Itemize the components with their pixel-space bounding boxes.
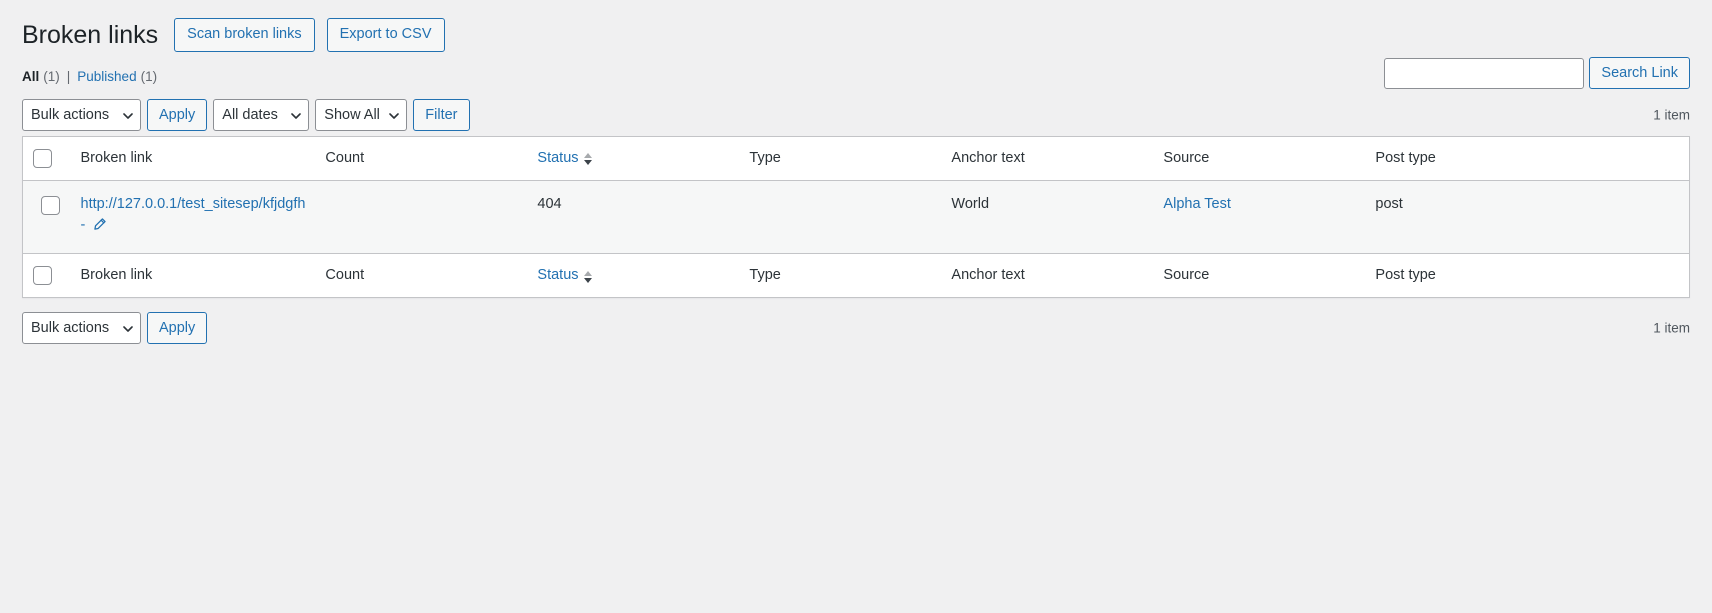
broken-links-page: Broken links Scan broken links Export to… xyxy=(0,0,1712,349)
sort-status-link[interactable]: Status xyxy=(537,149,592,168)
apply-button-bottom[interactable]: Apply xyxy=(147,312,208,345)
export-to-csv-button[interactable]: Export to CSV xyxy=(326,18,445,52)
tablenav-top: Bulk actions Apply All dates Show All Fi… xyxy=(22,94,1690,136)
bulk-actions-select-top[interactable]: Bulk actions xyxy=(22,98,141,131)
search-input[interactable] xyxy=(1384,57,1585,89)
row-select-cell xyxy=(23,180,71,254)
date-filter-select-wrapper: All dates xyxy=(213,98,310,131)
table-footer-row: Broken link Count Status Type Anchor tex… xyxy=(22,253,1690,298)
sort-arrows-icon xyxy=(583,152,593,166)
table-head: Broken link Count Status Type Anchor tex… xyxy=(22,136,1690,181)
broken-links-table: Broken link Count Status Type Anchor tex… xyxy=(22,135,1690,299)
column-header-anchor-text: Anchor text xyxy=(941,136,1154,181)
scan-broken-links-button[interactable]: Scan broken links xyxy=(174,18,315,52)
cell-post-type: post xyxy=(1375,195,1403,212)
item-count-bottom: 1 item xyxy=(1653,320,1690,336)
search-box: Search Link xyxy=(1384,57,1690,89)
select-all-checkbox-bottom[interactable] xyxy=(33,266,52,286)
separator-text: | xyxy=(66,68,71,84)
broken-link-url[interactable]: http://127.0.0.1/test_sitesep/ xyxy=(81,196,263,212)
column-footer-count: Count xyxy=(315,253,528,298)
cell-status: 404 xyxy=(537,195,562,212)
view-filter-separator: | xyxy=(60,69,78,84)
apply-button-top[interactable]: Apply xyxy=(147,98,208,131)
tablenav-bottom: Bulk actions Apply 1 item xyxy=(22,307,1690,349)
show-all-select-wrapper: Show All xyxy=(315,98,408,131)
cell-type xyxy=(739,180,941,254)
filter-button[interactable]: Filter xyxy=(413,98,470,131)
bulk-actions-select-bottom-wrapper: Bulk actions xyxy=(22,312,141,345)
column-footer-anchor-text: Anchor text xyxy=(941,253,1154,298)
cell-broken-link: http://127.0.0.1/test_sitesep/kfjdgfh - xyxy=(71,180,316,254)
sort-arrows-icon xyxy=(583,270,593,284)
show-all-select[interactable]: Show All xyxy=(315,98,408,131)
sort-status-link-bottom[interactable]: Status xyxy=(537,266,592,285)
table-foot: Broken link Count Status Type Anchor tex… xyxy=(22,253,1690,298)
date-filter-select[interactable]: All dates xyxy=(213,98,310,131)
cell-count xyxy=(315,180,527,254)
view-filter-published-link[interactable]: Published xyxy=(77,69,136,84)
column-header-post-type: Post type xyxy=(1365,136,1690,181)
view-filter-all-link[interactable]: All xyxy=(22,69,39,84)
select-all-header xyxy=(22,136,71,181)
row-checkbox[interactable] xyxy=(41,195,60,215)
table-header-row: Broken link Count Status Type Anchor tex… xyxy=(22,136,1690,181)
pencil-icon[interactable] xyxy=(92,217,107,240)
source-link[interactable]: Alpha Test xyxy=(1163,196,1230,212)
broken-link-url-part2[interactable]: kfjdgfh xyxy=(263,196,306,212)
select-all-footer xyxy=(22,253,71,298)
bulk-actions-select-bottom[interactable]: Bulk actions xyxy=(22,312,141,345)
column-footer-type: Type xyxy=(739,253,942,298)
bulk-actions-top: Bulk actions Apply All dates Show All Fi… xyxy=(22,98,470,131)
view-filter-published[interactable]: Published (1) xyxy=(77,69,157,84)
column-header-status[interactable]: Status xyxy=(527,136,740,181)
view-filter-all-count: (1) xyxy=(43,68,60,84)
view-filter-all[interactable]: All (1) xyxy=(22,69,60,84)
column-footer-post-type: Post type xyxy=(1365,253,1690,298)
select-all-checkbox-top[interactable] xyxy=(33,148,52,168)
column-header-source: Source xyxy=(1153,136,1366,181)
link-suffix-dash: - xyxy=(80,217,86,234)
column-footer-status-label: Status xyxy=(537,267,579,284)
column-footer-broken-link: Broken link xyxy=(70,253,316,298)
cell-anchor-text: World xyxy=(951,195,990,212)
page-title: Broken links xyxy=(22,20,159,49)
column-header-count: Count xyxy=(315,136,528,181)
column-footer-status[interactable]: Status xyxy=(527,253,740,298)
bulk-actions-select-top-wrapper: Bulk actions xyxy=(22,98,141,131)
view-filter-published-count: (1) xyxy=(140,68,158,84)
cell-source: Alpha Test xyxy=(1153,180,1365,254)
table-body: http://127.0.0.1/test_sitesep/kfjdgfh - … xyxy=(22,180,1690,254)
column-header-broken-link: Broken link xyxy=(70,136,316,181)
column-header-type: Type xyxy=(739,136,942,181)
column-header-status-label: Status xyxy=(537,149,579,166)
column-footer-source: Source xyxy=(1153,253,1366,298)
table-row: http://127.0.0.1/test_sitesep/kfjdgfh - … xyxy=(22,180,1690,254)
search-link-button[interactable]: Search Link xyxy=(1589,57,1690,89)
page-header: Broken links Scan broken links Export to… xyxy=(22,10,1690,52)
bulk-actions-bottom: Bulk actions Apply xyxy=(22,312,208,345)
item-count-top: 1 item xyxy=(1653,107,1690,122)
